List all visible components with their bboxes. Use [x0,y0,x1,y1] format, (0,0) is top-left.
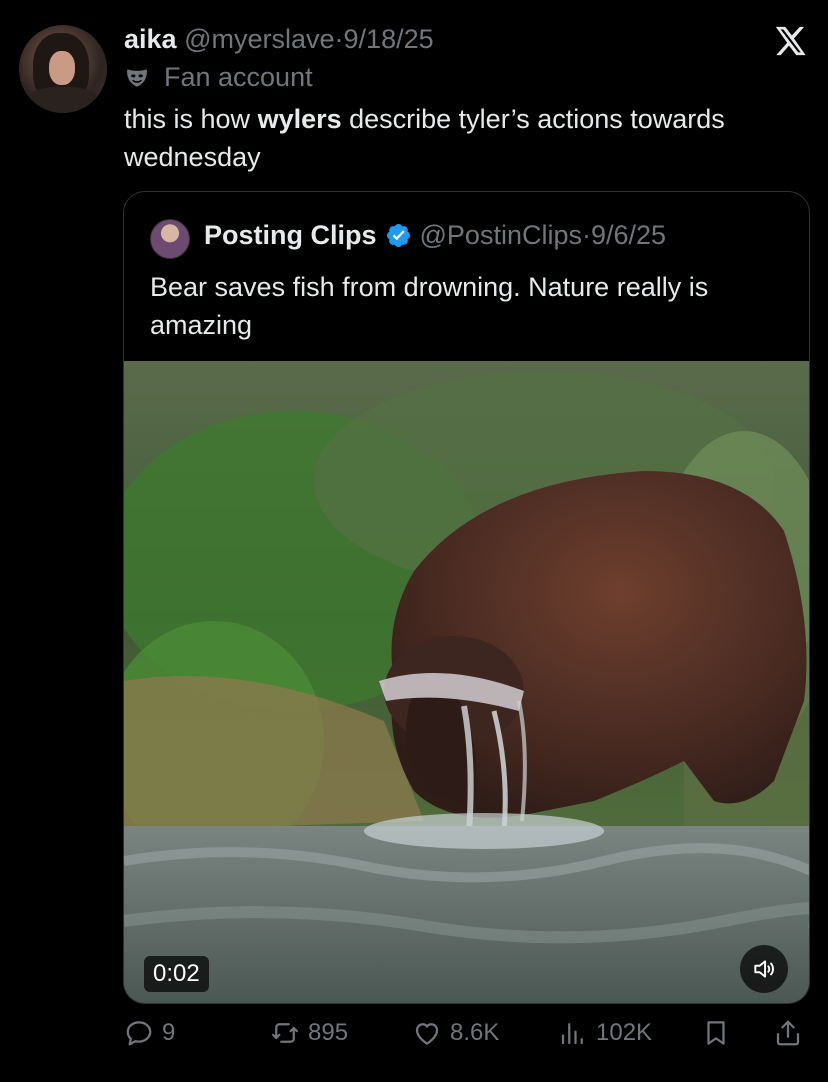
author-handle[interactable]: @myerslave [184,24,334,54]
quoted-post[interactable]: Posting Clips @PostinClips · 9/6/25 Bear s… [123,191,810,1004]
quoted-avatar[interactable] [150,219,190,259]
views-count: 102K [596,1019,653,1046]
separator-dot: · [334,24,344,54]
reply-button[interactable]: 9 [124,1018,175,1048]
like-icon [415,1023,439,1045]
repost-button[interactable]: 895 [270,1018,348,1048]
quoted-author-name[interactable]: Posting Clips [204,220,377,251]
volume-icon [754,960,774,978]
video-timestamp: 0:02 [144,956,209,992]
post-text: this is how wylers describe tyler’s acti… [124,100,814,176]
like-button[interactable]: 8.6K [412,1018,499,1048]
quoted-author-handle[interactable]: @PostinClips [420,220,582,251]
volume-button[interactable] [740,945,788,993]
quoted-separator-dot: · [581,220,591,250]
post-date[interactable]: 9/18/25 [344,24,434,54]
action-bar: 9 895 8.6K 102K [0,1018,828,1062]
quoted-post-text: Bear saves fish from drowning. Nature re… [150,272,709,340]
author-name[interactable]: aika [124,24,177,54]
views-button[interactable]: 102K [558,1018,652,1048]
share-button[interactable] [773,1018,803,1048]
post-text-bold: wylers [257,104,342,134]
avatar-shoulder [25,87,101,113]
reply-icon [126,1021,152,1046]
avatar[interactable] [19,25,107,113]
views-icon [561,1023,583,1045]
quoted-post-date[interactable]: 9/6/25 [591,220,666,251]
verified-badge-icon [386,223,410,248]
x-logo-icon[interactable] [772,24,808,58]
video-player[interactable]: 0:02 [124,361,809,1003]
bookmark-button[interactable] [701,1018,731,1048]
post-text-start: this is how [124,104,258,134]
avatar-face [49,51,75,85]
account-label[interactable]: Fan account [124,62,313,93]
repost-count: 895 [308,1019,349,1046]
video-frame [124,361,809,1003]
share-icon [776,1020,800,1046]
post-header: aika @myerslave·9/18/25 [124,24,434,55]
bookmark-icon [707,1021,725,1045]
repost-icon [272,1023,298,1043]
account-label-text: Fan account [164,62,313,92]
mask-icon [127,68,147,87]
quoted-header: Posting Clips @PostinClips · 9/6/25 [204,220,666,251]
like-count: 8.6K [450,1019,500,1046]
reply-count: 9 [162,1019,176,1046]
